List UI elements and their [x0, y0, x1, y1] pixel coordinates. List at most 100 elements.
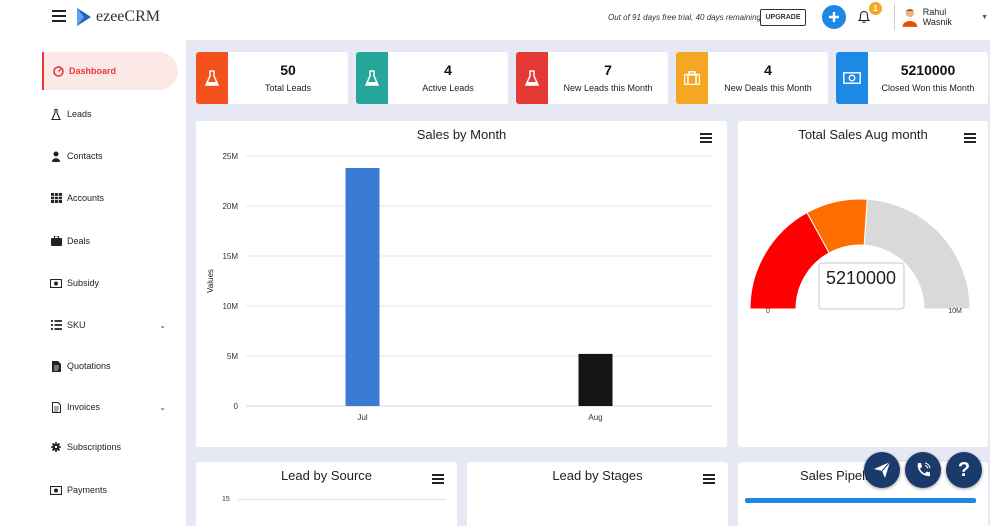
- sidebar-item-label: Payments: [67, 485, 108, 495]
- money-icon: [50, 277, 62, 289]
- sidebar-item-label: Dashboard: [69, 66, 117, 76]
- y-tick-label: 15: [222, 496, 230, 503]
- sidebar-item-label: Quotations: [67, 361, 111, 371]
- notification-badge: 1: [869, 2, 882, 15]
- flask-icon: [196, 52, 228, 104]
- sidebar-item-invoices[interactable]: Invoices ⌄: [42, 388, 178, 426]
- x-tick-label: Aug: [588, 413, 602, 422]
- flask-icon: [356, 52, 388, 104]
- user-name: Rahul Wasnik: [922, 7, 952, 27]
- y-tick-label: 25M: [222, 152, 238, 161]
- sidebar-item-sku[interactable]: SKU ⌄: [42, 306, 178, 344]
- gauge-min-label: 0: [766, 308, 770, 315]
- sidebar-item-quotations[interactable]: Quotations: [42, 347, 178, 385]
- card-title: Lead by Stages: [552, 468, 643, 483]
- call-fab-button[interactable]: [905, 452, 941, 488]
- trial-status-text: Out of 91 days free trial, 40 days remai…: [608, 13, 761, 22]
- notification-bell-icon[interactable]: [857, 10, 871, 24]
- stat-card-new-deals-month[interactable]: 4 New Deals this Month: [676, 52, 828, 104]
- help-fab-button[interactable]: ?: [946, 452, 982, 488]
- briefcase-icon: [676, 52, 708, 104]
- sidebar-item-label: Subsidy: [67, 278, 100, 288]
- flask-icon: [50, 108, 62, 120]
- gauge-value-label: 5210000: [826, 268, 896, 288]
- stat-card-new-leads-month[interactable]: 7 New Leads this Month: [516, 52, 668, 104]
- sales-by-month-card: Sales by Month 0 5M 10M 15M 20M 25M Values Jul A…: [196, 121, 727, 447]
- stat-value: 4: [764, 62, 772, 78]
- logo-text: ezeeCRM: [96, 8, 160, 25]
- lead-by-source-card: Lead by Source 15: [196, 462, 457, 532]
- stat-value: 4: [444, 62, 452, 78]
- stat-label: New Deals this Month: [724, 83, 812, 93]
- y-tick-label: 20M: [222, 202, 238, 211]
- chevron-down-icon: ▼: [981, 13, 988, 21]
- stat-label: Closed Won this Month: [881, 83, 975, 93]
- question-icon: ?: [957, 458, 971, 481]
- stat-value: 7: [604, 62, 612, 78]
- sidebar-item-label: Leads: [67, 109, 92, 119]
- hamburger-menu-icon[interactable]: [52, 10, 66, 22]
- upgrade-button[interactable]: UPGRADE: [760, 9, 806, 26]
- money-icon: [50, 484, 62, 496]
- sidebar-item-deals[interactable]: Deals: [42, 222, 178, 260]
- sidebar-item-label: Contacts: [67, 151, 103, 161]
- table-icon: [50, 192, 62, 204]
- sidebar-item-payments[interactable]: Payments: [42, 471, 178, 509]
- send-fab-button[interactable]: [864, 452, 900, 488]
- sidebar-item-label: SKU: [67, 320, 86, 330]
- logo-mark-icon: [77, 8, 91, 26]
- sidebar-item-contacts[interactable]: Contacts: [42, 137, 178, 175]
- phone-icon: [917, 462, 931, 477]
- pipeline-bar: [745, 498, 976, 503]
- sidebar-item-subscriptions[interactable]: Subscriptions: [42, 428, 178, 466]
- stat-value: 5210000: [900, 62, 956, 78]
- dashboard-icon: [52, 65, 64, 77]
- sidebar-item-accounts[interactable]: Accounts: [42, 179, 178, 217]
- stat-card-closed-won[interactable]: 5210000 Closed Won this Month: [836, 52, 988, 104]
- y-tick-label: 5M: [227, 352, 238, 361]
- plus-icon: [829, 12, 839, 22]
- briefcase-icon: [50, 235, 62, 247]
- chevron-down-icon: ⌄: [159, 402, 166, 412]
- bar-aug: [578, 353, 613, 406]
- user-menu[interactable]: Rahul Wasnik ▼: [894, 4, 988, 30]
- y-tick-label: 0: [234, 402, 239, 411]
- chart-menu-icon[interactable]: [432, 474, 444, 484]
- money-icon: [836, 52, 868, 104]
- user-icon: [50, 150, 62, 162]
- flask-icon: [516, 52, 548, 104]
- file-text-icon: [50, 401, 62, 413]
- total-sales-gauge: 5210000 0 10M: [749, 198, 971, 315]
- stat-card-active-leads[interactable]: 4 Active Leads: [356, 52, 508, 104]
- sidebar: Dashboard Leads Contacts Accounts Deals …: [42, 40, 186, 526]
- y-axis-title: Values: [206, 269, 215, 293]
- file-icon: [50, 360, 62, 372]
- sidebar-item-subsidy[interactable]: Subsidy: [42, 264, 178, 302]
- sidebar-item-label: Accounts: [67, 193, 105, 203]
- list-icon: [50, 319, 62, 331]
- bar-jul: [345, 168, 380, 406]
- card-title: Lead by Source: [280, 468, 373, 483]
- chevron-down-icon: ⌄: [159, 320, 166, 330]
- sales-by-month-chart: 0 5M 10M 15M 20M 25M Values Jul Aug: [206, 152, 712, 422]
- top-bar: ezeeCRM Out of 91 days free trial, 40 da…: [0, 0, 1008, 40]
- sidebar-item-label: Deals: [67, 236, 91, 246]
- chart-menu-icon[interactable]: [703, 474, 715, 484]
- add-new-button[interactable]: [822, 5, 846, 29]
- app-logo[interactable]: ezeeCRM: [74, 6, 160, 28]
- sidebar-item-dashboard[interactable]: Dashboard: [42, 52, 178, 90]
- stat-label: Total Leads: [264, 83, 312, 93]
- sidebar-item-leads[interactable]: Leads: [42, 95, 178, 133]
- gauge-max-label: 10M: [948, 308, 962, 315]
- x-tick-label: Jul: [357, 413, 367, 422]
- paper-plane-icon: [874, 461, 891, 478]
- stat-value: 50: [280, 62, 296, 78]
- stat-card-total-leads[interactable]: 50 Total Leads: [196, 52, 348, 104]
- y-tick-label: 15M: [222, 252, 238, 261]
- stat-label: Active Leads: [422, 83, 474, 93]
- sidebar-item-label: Invoices: [67, 402, 101, 412]
- stat-label: New Leads this Month: [563, 83, 653, 93]
- y-tick-label: 10M: [222, 302, 238, 311]
- total-sales-card: Total Sales Aug month 5210000 0 10M: [738, 121, 988, 447]
- dashboard-main: 50 Total Leads 4 Active Leads 7 New Lead…: [186, 40, 990, 532]
